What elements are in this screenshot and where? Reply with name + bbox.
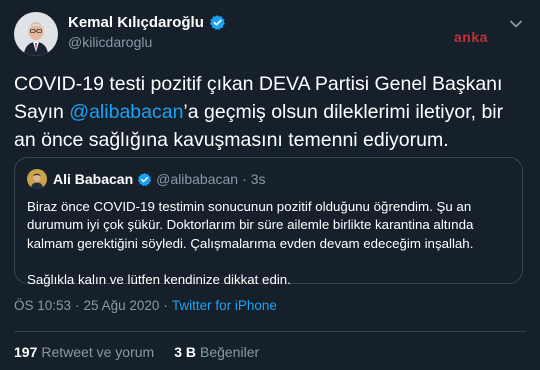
quoted-author-name: Ali Babacan bbox=[53, 171, 134, 187]
likes-stat[interactable]: 3 B Beğeniler bbox=[174, 344, 259, 360]
tweet-time[interactable]: ÖS 10:53 bbox=[14, 298, 71, 313]
divider bbox=[14, 331, 526, 332]
mention-link[interactable]: @alibabacan bbox=[69, 101, 183, 123]
tweet-source-link[interactable]: Twitter for iPhone bbox=[172, 298, 277, 313]
author-name[interactable]: Kemal Kılıçdaroğlu bbox=[68, 14, 204, 31]
anka-watermark: anka bbox=[454, 29, 488, 45]
author-handle[interactable]: @kilicdaroglu bbox=[68, 34, 152, 50]
retweets-stat[interactable]: 197 Retweet ve yorum bbox=[14, 344, 154, 360]
tweet-stats: 197 Retweet ve yorum 3 B Beğeniler bbox=[14, 344, 259, 360]
quoted-paragraph: Biraz önce COVID-19 testimin sonucunun p… bbox=[27, 199, 474, 251]
retweets-count: 197 bbox=[14, 344, 38, 360]
author-name-row[interactable]: Kemal Kılıçdaroğlu bbox=[68, 14, 226, 31]
meta-separator: · bbox=[163, 298, 168, 313]
quoted-paragraph: Sağlıkla kalın ve lütfen kendinize dikka… bbox=[27, 272, 291, 288]
tweet-meta: ÖS 10:53 · 25 Ağu 2020 · Twitter for iPh… bbox=[14, 298, 277, 313]
quoted-text: Biraz önce COVID-19 testimin sonucunun p… bbox=[27, 198, 513, 290]
quoted-author-avatar bbox=[27, 169, 47, 189]
quoted-tweet[interactable]: Ali Babacan @alibabacan · 3s Biraz önce … bbox=[14, 157, 523, 287]
chevron-down-icon[interactable] bbox=[506, 14, 526, 34]
verified-badge-icon bbox=[137, 172, 152, 187]
tweet-date[interactable]: 25 Ağu 2020 bbox=[84, 298, 160, 313]
author-avatar[interactable] bbox=[14, 12, 58, 56]
tweet-card: Kemal Kılıçdaroğlu @kilicdaroglu anka CO… bbox=[0, 0, 540, 370]
likes-count: 3 B bbox=[174, 344, 196, 360]
likes-label: Beğeniler bbox=[199, 344, 260, 360]
quoted-separator: · bbox=[242, 171, 247, 187]
quoted-timestamp: 3s bbox=[250, 171, 266, 187]
retweets-label: Retweet ve yorum bbox=[41, 344, 155, 360]
verified-badge-icon bbox=[209, 14, 226, 31]
quoted-header: Ali Babacan @alibabacan · 3s bbox=[53, 171, 266, 187]
quoted-author-handle: @alibabacan bbox=[156, 171, 239, 187]
meta-separator: · bbox=[75, 298, 80, 313]
tweet-text: COVID-19 testi pozitif çıkan DEVA Partis… bbox=[14, 70, 529, 154]
